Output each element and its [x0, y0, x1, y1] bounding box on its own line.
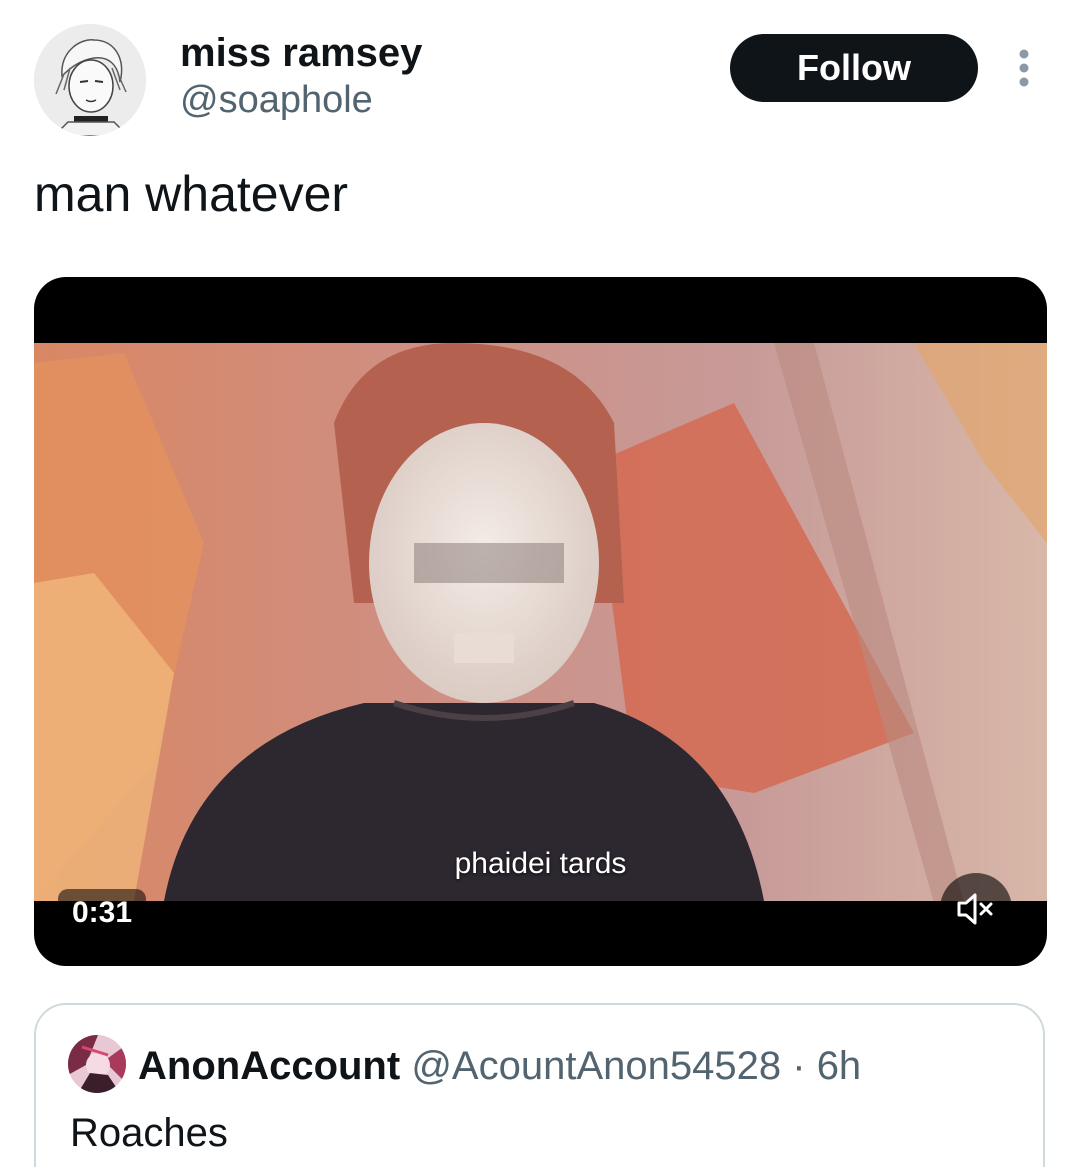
more-options-button[interactable] [1006, 46, 1042, 90]
post: miss ramsey @soaphole Follow man whateve… [0, 0, 1080, 1167]
video-subtitle: phaidei tards [454, 847, 627, 880]
author-avatar[interactable] [34, 24, 146, 136]
quoted-avatar-illustration [68, 1035, 126, 1093]
post-text: man whatever [34, 166, 349, 222]
quoted-post-time[interactable]: 6h [817, 1044, 862, 1088]
video-frame [34, 343, 1047, 901]
separator-dot: · [792, 1044, 806, 1088]
quoted-post-header: AnonAccount @AcountAnon54528 · 6h [138, 1041, 861, 1091]
quoted-author-avatar[interactable] [68, 1035, 126, 1093]
video-duration: 0:31 [58, 889, 147, 937]
follow-button[interactable]: Follow [730, 34, 978, 102]
quoted-author-name[interactable]: AnonAccount [138, 1044, 400, 1088]
volume-muted-icon [957, 893, 993, 925]
quoted-post-text: Roaches [70, 1111, 228, 1155]
avatar-illustration [34, 24, 146, 136]
video-player[interactable]: phaidei tards 0:31 [34, 277, 1047, 966]
quoted-author-handle[interactable]: @AcountAnon54528 [411, 1044, 781, 1088]
mute-toggle-button[interactable] [940, 873, 1012, 945]
author-info[interactable]: miss ramsey @soaphole [180, 30, 422, 124]
quoted-post[interactable]: AnonAccount @AcountAnon54528 · 6h Roache… [34, 1003, 1045, 1167]
author-handle[interactable]: @soaphole [180, 76, 422, 124]
more-vertical-icon [1019, 49, 1029, 87]
author-display-name[interactable]: miss ramsey [180, 30, 422, 76]
